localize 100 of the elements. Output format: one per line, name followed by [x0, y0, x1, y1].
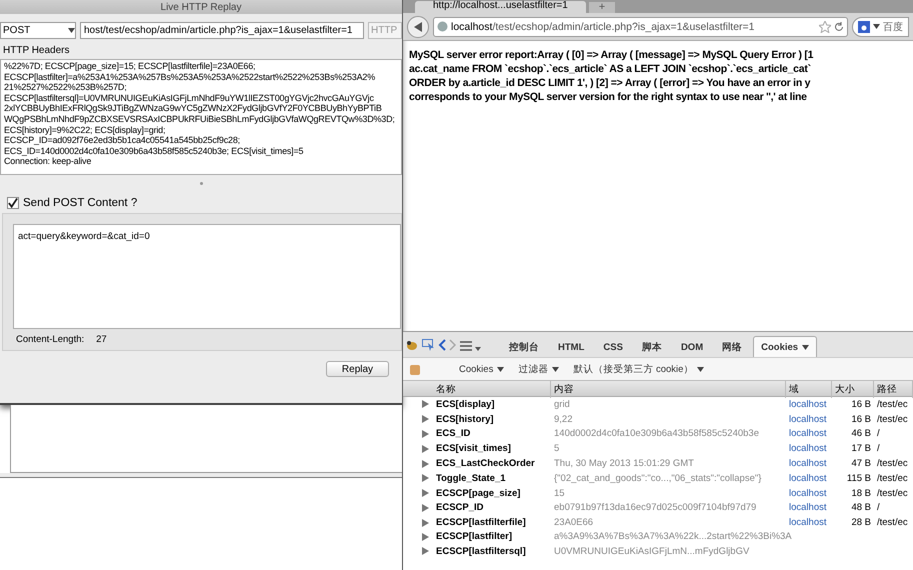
headers-label: HTTP Headers: [2, 44, 71, 58]
toolbar-menu[interactable]: 默认（接受第三方 cookie）: [573, 362, 704, 376]
cookie-name: ECSCP[lastfilterfile]: [435, 517, 527, 528]
cookie-domain: localhost: [789, 414, 826, 425]
cookie-domain: localhost: [789, 443, 826, 454]
cookie-domain: localhost: [789, 502, 826, 514]
cookie-name: ECSCP[lastfiltersql]: [435, 546, 527, 557]
cookie-path: /test/ec: [877, 398, 908, 410]
caret-icon: [497, 366, 504, 372]
method-select[interactable]: POST: [0, 22, 76, 39]
column-header[interactable]: 域: [786, 381, 832, 398]
address-bar[interactable]: localhost/test/ecshop/admin/article.php?is_ajax=1&uselastfilter=1: [433, 16, 848, 36]
send-post-checkbox[interactable]: [7, 197, 19, 209]
cookie-value: 140d0002d4c0fa10e309b6a43b58f585c5240b3e: [554, 428, 759, 440]
cookie-size: 47 B: [851, 458, 871, 470]
post-content-field[interactable]: act=query&keyword=&cat_id=0: [13, 224, 401, 329]
cookie-value: 23A0E66: [554, 517, 594, 528]
star-icon[interactable]: [819, 20, 831, 32]
panel-tab[interactable]: Cookies: [753, 336, 818, 357]
menu-icon[interactable]: [460, 341, 472, 351]
toolbar-menu[interactable]: Cookies: [459, 364, 504, 374]
cookie-name: ECSCP_ID: [435, 502, 485, 514]
send-post-label: Send POST Content ?: [23, 197, 138, 209]
back-button[interactable]: [407, 16, 429, 38]
reload-icon[interactable]: [834, 22, 844, 32]
cookie-domain: localhost: [789, 398, 826, 410]
cookie-size: 28 B: [851, 517, 871, 528]
headers-field[interactable]: %22%7D; ECSCP[page_size]=15; ECSCP[lastfilterfile]=23A0E66; ECSCP[lastfilter]=a%253A1%253A%257Bs%253A5%253A%2522start%2522%253Bs%253A2% 21%2527%2522%253B%257D; ECSCP[lastfiltersql]=U0VMRUNUIGEuKiAsIGFjLmNhdF9uYW1lIEZST00gYGVjc2hvcGAuYGVjc 2xlYCBBUyBhIExFRlQgSk9JTiBgZWNzaG9wYC5gZWNzX2FydGljbGVfY2F0YCBBUyBhYyBPTiB WQgPSBhLmNhdF9pZCBXSEVSRSAxICBPUkRFUiBieSBhLmFydGljbGVfaWQgREVTQw%3D%3D; ECS[history]=9%2C22; ECS[display]=grid; ECSCP_ID=ad092f76e2ed3b5b1ca4c05541a545bb25cf9c28; ECS_ID=140d0002d4c0fa10e309b6a43b58f585c5240b3e; ECS[visit_times]=5 Connection: keep-alive: [0, 59, 402, 175]
browser-tab[interactable]: http://localhost...uselastfilter=1: [415, 1, 586, 13]
cookie-value: eb0791b97f13da16ec97d025c009f7104bf97d79: [554, 502, 756, 514]
panel-tab[interactable]: 网络: [714, 337, 750, 357]
cookie-domain: localhost: [789, 428, 826, 440]
column-header[interactable]: 内容: [551, 381, 786, 398]
column-header[interactable]: 大小: [832, 381, 874, 398]
content-length-label: Content-Length:: [16, 334, 84, 345]
cookie-size: 16 B: [851, 414, 871, 425]
column-header[interactable]: 名称: [433, 381, 551, 398]
search-field[interactable]: 百度: [852, 16, 909, 36]
inspect-icon[interactable]: [422, 339, 435, 351]
globe-icon: [437, 21, 448, 32]
cookie-name: ECS[display]: [435, 398, 496, 410]
cookie-name: ECSCP[lastfilter]: [435, 531, 514, 542]
cookie-name: ECSCP[page_size]: [435, 488, 522, 499]
cookie-path: /test/ec: [877, 458, 908, 470]
cookie-size: 48 B: [851, 502, 871, 514]
cookie-path: /: [877, 443, 880, 454]
url-field[interactable]: host/test/ecshop/admin/article.php?is_ajax=1&uselastfilter=1: [80, 22, 364, 39]
caret-icon: [552, 366, 560, 372]
cookie-name: ECS_LastCheckOrder: [435, 458, 536, 470]
cookie-path: /: [877, 428, 880, 440]
cookie-size: 18 B: [851, 488, 871, 499]
cookie-path: /test/ec: [877, 488, 908, 499]
cookie-domain: localhost: [789, 472, 826, 484]
cookie-path: /test/ec: [877, 414, 908, 425]
panel-tab[interactable]: HTML: [550, 337, 592, 357]
cookie-name: ECS_ID: [435, 428, 472, 440]
cookie-value: a%3A9%3A%7Bs%3A7%3A%22k...2start%22%3Bi%3A: [554, 531, 792, 542]
back-arrow-icon[interactable]: [438, 339, 446, 351]
cookie-value: 15: [554, 488, 565, 499]
panel-tab[interactable]: 脚本: [634, 337, 670, 357]
cookie-size: 46 B: [851, 428, 871, 440]
cookie-size: 115 B: [846, 472, 871, 484]
caret-icon: [873, 24, 880, 29]
window-title: Live HTTP Replay: [160, 2, 242, 12]
panel-tab[interactable]: CSS: [595, 337, 631, 357]
cookie-domain: localhost: [789, 458, 826, 470]
cookie-path: /: [877, 502, 880, 514]
cookie-value: grid: [554, 398, 570, 410]
cookie-value: {"02_cat_and_goods":"co...,"06_stats":"collapse"}: [554, 472, 762, 484]
error-text: MySQL server error report:Array ( [0] => Array ( [message] => MySQL Query Error ) [1: [409, 48, 814, 62]
caret-icon: [697, 366, 704, 372]
cookie-path: /test/ec: [877, 472, 908, 484]
error-text: ORDER by a.article_id DESC LIMIT 1', ) [2] => Array ( [error] => You have an error in y: [409, 76, 812, 90]
replay-button[interactable]: Replay: [326, 361, 389, 377]
cookie-size: 16 B: [851, 398, 871, 410]
cookie-name: Toggle_State_1: [435, 472, 507, 484]
toolbar-menu[interactable]: 过滤器: [518, 362, 560, 376]
cookie-value: 9,22: [554, 414, 572, 425]
dropdown-caret-icon[interactable]: [475, 347, 481, 351]
caret-icon: [68, 28, 75, 33]
cookie-value: 5: [554, 443, 560, 454]
cookie-name: ECS[visit_times]: [435, 443, 512, 454]
cookie-value: Thu, 30 May 2013 15:01:29 GMT: [554, 458, 694, 470]
new-tab-button[interactable]: +: [588, 2, 616, 13]
panel-tab[interactable]: DOM: [672, 337, 712, 357]
cookie-name: ECS[history]: [435, 414, 495, 425]
resize-grip-icon[interactable]: [200, 182, 202, 184]
cookie-value: U0VMRUNUIGEuKiAsIGFjLmN...mFydGljbGV: [554, 546, 750, 557]
bug-icon[interactable]: [405, 339, 419, 351]
cookie-size: 17 B: [851, 443, 871, 454]
column-header[interactable]: 路径: [874, 381, 913, 398]
back-arrow-icon: [414, 22, 422, 32]
error-text: ac.cat_name FROM `ecshop`.`ecs_article` AS a LEFT JOIN `ecshop`.`ecs_article_cat`: [409, 62, 812, 76]
panel-tab[interactable]: 控制台: [501, 337, 547, 357]
caret-icon: [802, 344, 810, 350]
cookie-domain: localhost: [789, 488, 826, 499]
cookie-path: /test/ec: [877, 517, 908, 528]
cookie-domain: localhost: [789, 517, 826, 528]
content-length-value: 27: [96, 334, 107, 345]
error-text: corresponds to your MySQL server version for the right syntax to use near '',' at line: [409, 90, 808, 104]
